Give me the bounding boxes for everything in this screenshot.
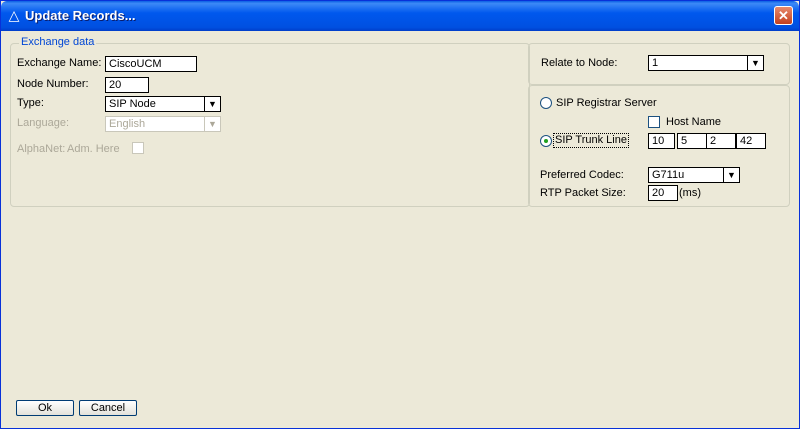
update-records-dialog: △ Update Records... ✕ Exchange data Exch…	[0, 0, 800, 429]
exchange-name-label: Exchange Name:	[17, 57, 102, 69]
preferred-codec-label: Preferred Codec:	[540, 169, 624, 181]
rtp-packet-size-label: RTP Packet Size:	[540, 187, 626, 199]
language-label: Language:	[17, 117, 69, 129]
ip-octet-1-input[interactable]: 10	[648, 133, 675, 149]
relate-node-group: Relate to Node: 1 ▼	[528, 43, 790, 85]
sip-registrar-radio[interactable]	[540, 97, 552, 109]
node-number-input[interactable]: 20	[105, 77, 149, 93]
adm-here-label: Adm. Here	[67, 143, 120, 155]
rtp-packet-size-input[interactable]: 20	[648, 185, 678, 201]
type-label: Type:	[17, 97, 44, 109]
preferred-codec-value: G711u	[652, 169, 685, 181]
rtp-unit-label: (ms)	[679, 187, 701, 199]
chevron-down-icon: ▼	[204, 117, 220, 131]
window-title: Update Records...	[25, 8, 136, 23]
triangle-icon: △	[8, 7, 20, 23]
relate-to-node-label: Relate to Node:	[541, 57, 618, 69]
host-name-label[interactable]: Host Name	[666, 116, 721, 128]
language-select: English ▼	[105, 116, 221, 132]
exchange-data-title: Exchange data	[19, 36, 97, 48]
language-select-value: English	[109, 118, 146, 130]
sip-registrar-label[interactable]: SIP Registrar Server	[556, 97, 657, 109]
sip-trunk-radio[interactable]	[540, 135, 552, 147]
host-name-checkbox[interactable]	[648, 116, 660, 128]
ip-octet-4-input[interactable]: 42	[736, 133, 766, 149]
ok-button[interactable]: Ok	[16, 400, 74, 416]
exchange-name-input[interactable]: CiscoUCM	[105, 56, 197, 72]
alphanet-label: AlphaNet:	[17, 143, 66, 155]
type-select-value: SIP Node	[109, 98, 156, 110]
relate-to-node-select[interactable]: 1 ▼	[648, 55, 764, 71]
ip-octet-2-input[interactable]: 5	[677, 133, 707, 149]
title-bar[interactable]: △ Update Records... ✕	[1, 1, 799, 31]
adm-here-checkbox	[132, 142, 144, 154]
chevron-down-icon[interactable]: ▼	[204, 97, 220, 111]
relate-to-node-value: 1	[652, 57, 659, 69]
preferred-codec-select[interactable]: G711u ▼	[648, 167, 740, 183]
chevron-down-icon[interactable]: ▼	[723, 168, 739, 182]
node-number-label: Node Number:	[17, 78, 89, 90]
close-icon[interactable]: ✕	[774, 6, 793, 25]
cancel-button[interactable]: Cancel	[79, 400, 137, 416]
sip-settings-group: SIP Registrar Server Host Name SIP Trunk…	[528, 85, 790, 207]
sip-trunk-label[interactable]: SIP Trunk Line	[555, 134, 627, 146]
type-select[interactable]: SIP Node ▼	[105, 96, 221, 112]
exchange-data-group: Exchange data Exchange Name: CiscoUCM No…	[10, 36, 530, 207]
chevron-down-icon[interactable]: ▼	[747, 56, 763, 70]
ip-octet-3-input[interactable]: 2	[706, 133, 736, 149]
